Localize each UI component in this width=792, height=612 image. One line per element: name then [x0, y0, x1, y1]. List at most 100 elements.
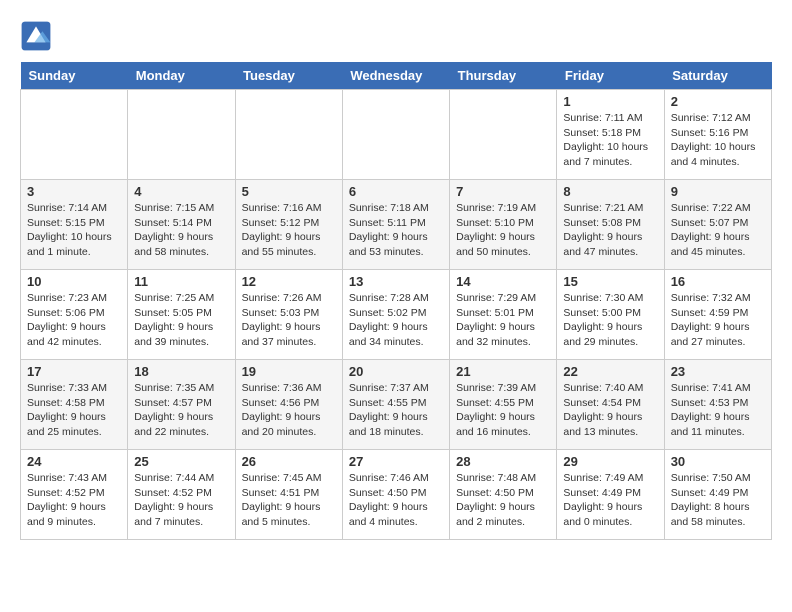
- day-info: Sunrise: 7:21 AM Sunset: 5:08 PM Dayligh…: [563, 201, 657, 260]
- calendar-cell: 12 Sunrise: 7:26 AM Sunset: 5:03 PM Dayli…: [235, 270, 342, 360]
- calendar-cell: 19 Sunrise: 7:36 AM Sunset: 4:56 PM Dayli…: [235, 360, 342, 450]
- day-info: Sunrise: 7:30 AM Sunset: 5:00 PM Dayligh…: [563, 291, 657, 350]
- day-info: Sunrise: 7:16 AM Sunset: 5:12 PM Dayligh…: [242, 201, 336, 260]
- day-number: 11: [134, 274, 228, 289]
- day-number: 20: [349, 364, 443, 379]
- day-info: Sunrise: 7:39 AM Sunset: 4:55 PM Dayligh…: [456, 381, 550, 440]
- day-number: 28: [456, 454, 550, 469]
- calendar-cell: 20 Sunrise: 7:37 AM Sunset: 4:55 PM Dayli…: [342, 360, 449, 450]
- day-number: 29: [563, 454, 657, 469]
- calendar-cell: 5 Sunrise: 7:16 AM Sunset: 5:12 PM Daylig…: [235, 180, 342, 270]
- calendar-cell: 13 Sunrise: 7:28 AM Sunset: 5:02 PM Dayli…: [342, 270, 449, 360]
- day-number: 17: [27, 364, 121, 379]
- day-number: 13: [349, 274, 443, 289]
- calendar-cell: 7 Sunrise: 7:19 AM Sunset: 5:10 PM Daylig…: [450, 180, 557, 270]
- day-info: Sunrise: 7:12 AM Sunset: 5:16 PM Dayligh…: [671, 111, 765, 170]
- calendar-table: SundayMondayTuesdayWednesdayThursdayFrid…: [20, 62, 772, 540]
- calendar-cell: [235, 90, 342, 180]
- day-info: Sunrise: 7:44 AM Sunset: 4:52 PM Dayligh…: [134, 471, 228, 530]
- logo-icon: [20, 20, 52, 52]
- day-info: Sunrise: 7:29 AM Sunset: 5:01 PM Dayligh…: [456, 291, 550, 350]
- day-info: Sunrise: 7:28 AM Sunset: 5:02 PM Dayligh…: [349, 291, 443, 350]
- calendar-cell: 2 Sunrise: 7:12 AM Sunset: 5:16 PM Daylig…: [664, 90, 771, 180]
- weekday-header: Sunday: [21, 62, 128, 90]
- calendar-cell: 27 Sunrise: 7:46 AM Sunset: 4:50 PM Dayli…: [342, 450, 449, 540]
- calendar-week-row: 1 Sunrise: 7:11 AM Sunset: 5:18 PM Daylig…: [21, 90, 772, 180]
- day-info: Sunrise: 7:50 AM Sunset: 4:49 PM Dayligh…: [671, 471, 765, 530]
- calendar-cell: 10 Sunrise: 7:23 AM Sunset: 5:06 PM Dayli…: [21, 270, 128, 360]
- logo: [20, 20, 56, 52]
- calendar-cell: [450, 90, 557, 180]
- day-number: 7: [456, 184, 550, 199]
- calendar-week-row: 10 Sunrise: 7:23 AM Sunset: 5:06 PM Dayli…: [21, 270, 772, 360]
- calendar-cell: 6 Sunrise: 7:18 AM Sunset: 5:11 PM Daylig…: [342, 180, 449, 270]
- weekday-header: Saturday: [664, 62, 771, 90]
- day-number: 4: [134, 184, 228, 199]
- day-info: Sunrise: 7:48 AM Sunset: 4:50 PM Dayligh…: [456, 471, 550, 530]
- day-number: 23: [671, 364, 765, 379]
- day-number: 27: [349, 454, 443, 469]
- day-number: 21: [456, 364, 550, 379]
- weekday-header: Thursday: [450, 62, 557, 90]
- calendar-cell: 3Sunrise: 7:14 AM Sunset: 5:15 PM Daylig…: [21, 180, 128, 270]
- calendar-cell: 30 Sunrise: 7:50 AM Sunset: 4:49 PM Dayli…: [664, 450, 771, 540]
- day-info: Sunrise: 7:23 AM Sunset: 5:06 PM Dayligh…: [27, 291, 121, 350]
- calendar-cell: 25Sunrise: 7:44 AM Sunset: 4:52 PM Dayli…: [128, 450, 235, 540]
- day-number: 18: [134, 364, 228, 379]
- calendar-cell: 14 Sunrise: 7:29 AM Sunset: 5:01 PM Dayli…: [450, 270, 557, 360]
- day-number: 14: [456, 274, 550, 289]
- day-info: Sunrise: 7:22 AM Sunset: 5:07 PM Dayligh…: [671, 201, 765, 260]
- day-info: Sunrise: 7:32 AM Sunset: 4:59 PM Dayligh…: [671, 291, 765, 350]
- day-number: 19: [242, 364, 336, 379]
- calendar-week-row: 24 Sunrise: 7:43 AM Sunset: 4:52 PM Dayli…: [21, 450, 772, 540]
- weekday-header: Wednesday: [342, 62, 449, 90]
- day-info: Sunrise: 7:37 AM Sunset: 4:55 PM Dayligh…: [349, 381, 443, 440]
- calendar-cell: 23 Sunrise: 7:41 AM Sunset: 4:53 PM Dayli…: [664, 360, 771, 450]
- day-number: 6: [349, 184, 443, 199]
- day-number: 10: [27, 274, 121, 289]
- day-number: 5: [242, 184, 336, 199]
- day-info: Sunrise: 7:36 AM Sunset: 4:56 PM Dayligh…: [242, 381, 336, 440]
- weekday-header-row: SundayMondayTuesdayWednesdayThursdayFrid…: [21, 62, 772, 90]
- calendar-cell: 1 Sunrise: 7:11 AM Sunset: 5:18 PM Daylig…: [557, 90, 664, 180]
- day-info: Sunrise: 7:18 AM Sunset: 5:11 PM Dayligh…: [349, 201, 443, 260]
- calendar-cell: [21, 90, 128, 180]
- calendar-cell: 21 Sunrise: 7:39 AM Sunset: 4:55 PM Dayli…: [450, 360, 557, 450]
- day-number: 2: [671, 94, 765, 109]
- day-number: 1: [563, 94, 657, 109]
- calendar-cell: 26Sunrise: 7:45 AM Sunset: 4:51 PM Dayli…: [235, 450, 342, 540]
- calendar-cell: 9Sunrise: 7:22 AM Sunset: 5:07 PM Daylig…: [664, 180, 771, 270]
- day-info: Sunrise: 7:25 AM Sunset: 5:05 PM Dayligh…: [134, 291, 228, 350]
- day-info: Sunrise: 7:46 AM Sunset: 4:50 PM Dayligh…: [349, 471, 443, 530]
- day-number: 16: [671, 274, 765, 289]
- calendar-cell: 28 Sunrise: 7:48 AM Sunset: 4:50 PM Dayli…: [450, 450, 557, 540]
- day-info: Sunrise: 7:15 AM Sunset: 5:14 PM Dayligh…: [134, 201, 228, 260]
- calendar-cell: 8Sunrise: 7:21 AM Sunset: 5:08 PM Daylig…: [557, 180, 664, 270]
- day-info: Sunrise: 7:43 AM Sunset: 4:52 PM Dayligh…: [27, 471, 121, 530]
- day-info: Sunrise: 7:11 AM Sunset: 5:18 PM Dayligh…: [563, 111, 657, 170]
- calendar-week-row: 17 Sunrise: 7:33 AM Sunset: 4:58 PM Dayli…: [21, 360, 772, 450]
- day-info: Sunrise: 7:45 AM Sunset: 4:51 PM Dayligh…: [242, 471, 336, 530]
- day-info: Sunrise: 7:41 AM Sunset: 4:53 PM Dayligh…: [671, 381, 765, 440]
- calendar-week-row: 3Sunrise: 7:14 AM Sunset: 5:15 PM Daylig…: [21, 180, 772, 270]
- calendar-cell: 24 Sunrise: 7:43 AM Sunset: 4:52 PM Dayli…: [21, 450, 128, 540]
- calendar-cell: [342, 90, 449, 180]
- calendar-cell: 29Sunrise: 7:49 AM Sunset: 4:49 PM Dayli…: [557, 450, 664, 540]
- weekday-header: Tuesday: [235, 62, 342, 90]
- weekday-header: Monday: [128, 62, 235, 90]
- calendar-cell: 22Sunrise: 7:40 AM Sunset: 4:54 PM Dayli…: [557, 360, 664, 450]
- calendar-cell: 17 Sunrise: 7:33 AM Sunset: 4:58 PM Dayli…: [21, 360, 128, 450]
- day-info: Sunrise: 7:33 AM Sunset: 4:58 PM Dayligh…: [27, 381, 121, 440]
- day-number: 24: [27, 454, 121, 469]
- day-number: 12: [242, 274, 336, 289]
- day-number: 3: [27, 184, 121, 199]
- day-info: Sunrise: 7:40 AM Sunset: 4:54 PM Dayligh…: [563, 381, 657, 440]
- day-info: Sunrise: 7:35 AM Sunset: 4:57 PM Dayligh…: [134, 381, 228, 440]
- day-number: 15: [563, 274, 657, 289]
- calendar-cell: 18 Sunrise: 7:35 AM Sunset: 4:57 PM Dayli…: [128, 360, 235, 450]
- day-number: 30: [671, 454, 765, 469]
- day-info: Sunrise: 7:19 AM Sunset: 5:10 PM Dayligh…: [456, 201, 550, 260]
- day-info: Sunrise: 7:26 AM Sunset: 5:03 PM Dayligh…: [242, 291, 336, 350]
- calendar-cell: 4 Sunrise: 7:15 AM Sunset: 5:14 PM Daylig…: [128, 180, 235, 270]
- calendar-cell: [128, 90, 235, 180]
